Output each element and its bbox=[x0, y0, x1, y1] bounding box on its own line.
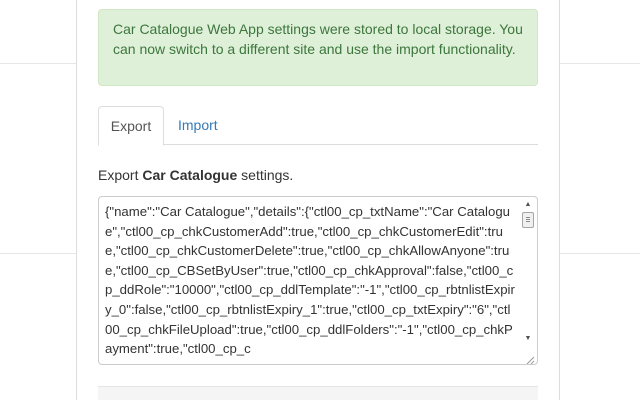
resize-grip-icon[interactable] bbox=[525, 352, 535, 364]
grip-line bbox=[526, 221, 530, 222]
page: Car Catalogue Web App settings were stor… bbox=[0, 0, 640, 400]
scroll-up-icon[interactable]: ▲ bbox=[523, 200, 533, 210]
scroll-thumb[interactable] bbox=[522, 212, 534, 228]
background-divider bbox=[0, 253, 76, 254]
tab-import-label: Import bbox=[178, 117, 218, 133]
alert-message: Car Catalogue Web App settings were stor… bbox=[113, 21, 523, 57]
export-prefix: Export bbox=[98, 167, 143, 183]
background-divider bbox=[560, 63, 640, 64]
panel-footer bbox=[98, 386, 538, 400]
tab-import[interactable]: Import bbox=[178, 106, 218, 145]
scroll-down-icon[interactable]: ▼ bbox=[523, 334, 533, 344]
grip-line bbox=[526, 219, 530, 220]
tab-bar: Export Import bbox=[98, 106, 538, 146]
settings-json-textarea[interactable]: {"name":"Car Catalogue","details":{"ctl0… bbox=[99, 197, 521, 364]
export-app-name: Car Catalogue bbox=[142, 167, 238, 183]
export-description: Export Car Catalogue settings. bbox=[98, 165, 293, 185]
textarea-scrollbar[interactable]: ▲ ▼ bbox=[520, 198, 536, 348]
settings-textarea-container: {"name":"Car Catalogue","details":{"ctl0… bbox=[98, 196, 538, 365]
background-divider bbox=[0, 63, 76, 64]
export-suffix: settings. bbox=[237, 167, 294, 183]
tab-export-label: Export bbox=[110, 118, 152, 134]
grip-line bbox=[526, 217, 530, 218]
success-alert: Car Catalogue Web App settings were stor… bbox=[98, 9, 538, 86]
background-divider bbox=[560, 253, 640, 254]
tab-export[interactable]: Export bbox=[98, 106, 164, 146]
